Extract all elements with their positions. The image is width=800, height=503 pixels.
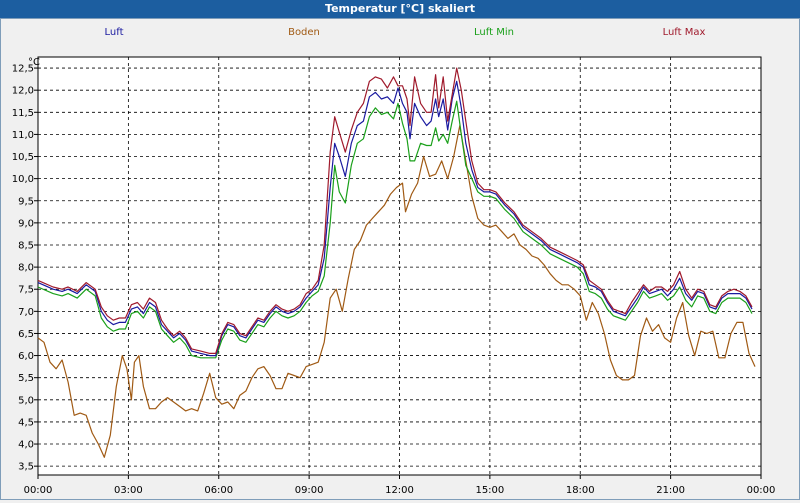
legend-entry: Luft: [105, 27, 124, 38]
y-tick-label: 8,0: [18, 263, 34, 274]
y-tick-label: 7,5: [18, 285, 34, 296]
y-tick-label: 9,5: [18, 196, 34, 207]
y-tick-label: 7,0: [18, 307, 34, 318]
legend-entry: Boden: [288, 27, 320, 38]
y-tick-label: 5,5: [18, 373, 34, 384]
y-tick-label: 4,5: [18, 417, 34, 428]
y-tick-label: 8,5: [18, 240, 34, 251]
y-tick-label: 6,0: [18, 351, 34, 362]
y-axis: 3,5 4,0 4,5 5,0 5,5 6,0 6,5 7,0 7,5 8,0 8,5 9,0 9,5 1…: [12, 64, 38, 473]
y-tick-label: 10,0: [12, 174, 34, 185]
legend: Luft Boden Luft Min Luft Max: [105, 27, 706, 38]
y-tick-label: 9,0: [18, 218, 34, 229]
x-tick-time-label: 12:00: [385, 485, 414, 496]
y-tick-label: 4,0: [18, 440, 34, 451]
x-tick-time-label: 09:00: [295, 485, 324, 496]
y-tick-label: 6,5: [18, 329, 34, 340]
x-tick-time-label: 06:00: [204, 485, 233, 496]
window-title: Temperatur [°C] skaliert: [0, 0, 800, 18]
temperature-chart: 3,5 4,0 4,5 5,0 5,5 6,0 6,5 7,0 7,5 8,0 8,5 9,0 9,5 1…: [12, 27, 776, 496]
x-tick-time-label: 03:00: [114, 485, 143, 496]
y-axis-label: °C: [28, 57, 40, 68]
y-tick-label: 10,5: [12, 152, 34, 163]
legend-entry: Luft Max: [663, 27, 706, 38]
y-tick-label: 11,5: [12, 108, 34, 119]
x-tick-time-label: 21:00: [656, 485, 685, 496]
x-tick-time-label: 00:00: [24, 485, 53, 496]
x-tick-time-label: 00:00: [747, 485, 776, 496]
x-tick-time-label: 15:00: [475, 485, 504, 496]
x-tick-time-label: 18:00: [566, 485, 595, 496]
y-tick-label: 3,5: [18, 462, 34, 473]
legend-entry: Luft Min: [474, 27, 514, 38]
y-tick-label: 5,0: [18, 395, 34, 406]
x-axis: 00:0028.01.2503:0028.01.2506:0028.01.250…: [24, 475, 776, 496]
chart-panel: 3,5 4,0 4,5 5,0 5,5 6,0 6,5 7,0 7,5 8,0 8,5 9,0 9,5 1…: [0, 18, 800, 500]
y-tick-label: 11,0: [12, 130, 34, 141]
y-tick-label: 12,0: [12, 86, 34, 97]
